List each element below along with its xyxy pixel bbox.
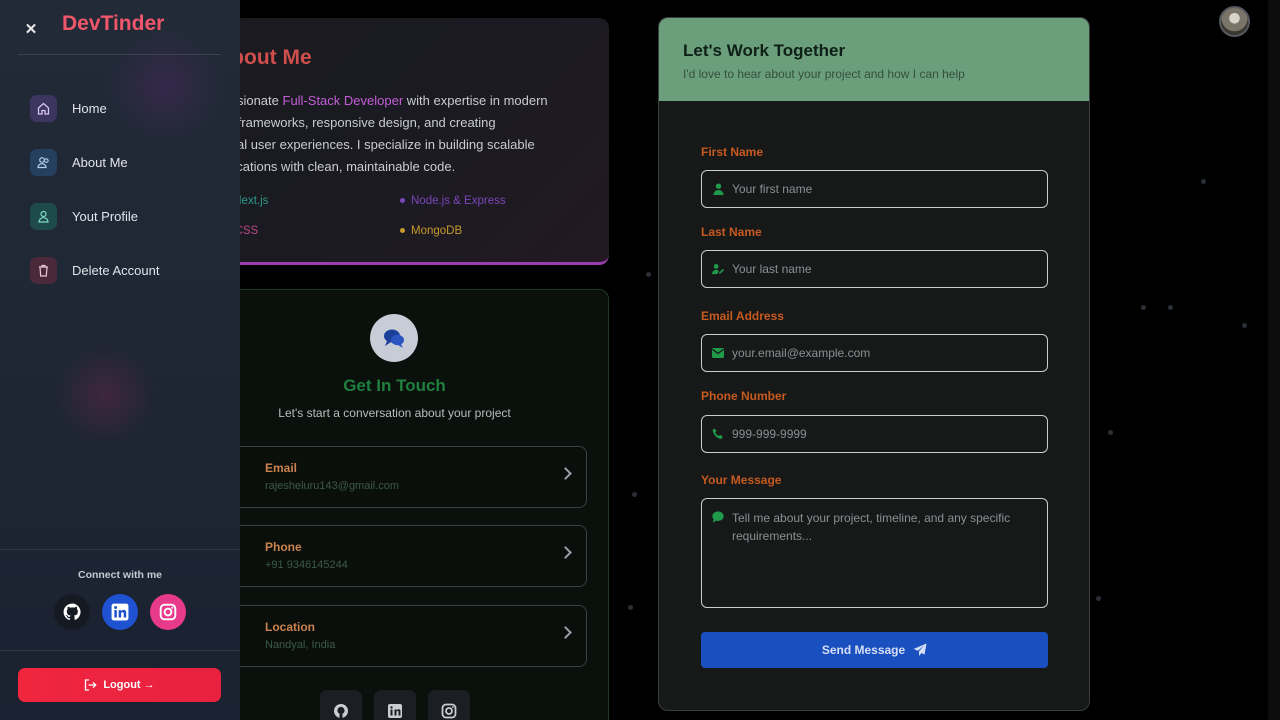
- sign-out-icon: [85, 679, 97, 691]
- last-name-label: Last Name: [701, 225, 762, 239]
- bg-dot: [1096, 596, 1101, 601]
- close-icon[interactable]: ✕: [22, 21, 40, 39]
- contact-location-value: Nandyal, India: [265, 639, 336, 651]
- about-text-end: with expertise in modern: [403, 93, 548, 108]
- bg-dot: [1168, 305, 1173, 310]
- contact-github-button[interactable]: [320, 690, 362, 720]
- user-icon: [712, 183, 724, 195]
- bg-dot: [1242, 323, 1247, 328]
- sidebar-item-label: Home: [72, 100, 107, 116]
- about-text-line4: pplications with clean, maintainable cod…: [216, 159, 456, 174]
- bg-dot: [646, 272, 651, 277]
- sidebar-item-profile[interactable]: Yout Profile: [18, 196, 224, 236]
- user-pen-icon: [712, 263, 724, 275]
- phone-input[interactable]: [701, 415, 1048, 453]
- contact-form-card: Let's Work Together I'd love to hear abo…: [658, 17, 1090, 711]
- sidebar-item-about[interactable]: About Me: [18, 142, 224, 182]
- first-name-input[interactable]: [701, 170, 1048, 208]
- comment-icon: [712, 511, 724, 523]
- contact-phone-label: Phone: [265, 540, 302, 554]
- bullet-icon: [400, 198, 405, 204]
- github-icon: [334, 704, 348, 718]
- message-textarea[interactable]: [701, 498, 1048, 608]
- logout-label: Logout →: [103, 679, 155, 691]
- chat-bubbles-icon: [370, 314, 418, 362]
- github-icon: [63, 603, 81, 621]
- send-message-label: Send Message: [821, 643, 906, 657]
- avatar[interactable]: [1219, 6, 1250, 37]
- sidebar-item-label: Yout Profile: [72, 208, 139, 224]
- brand-logo[interactable]: DevTinder: [62, 12, 164, 36]
- contact-email-value: rajesheluru143@gmail.com: [265, 480, 400, 492]
- contact-location-label: Location: [265, 620, 315, 634]
- contact-phone-row[interactable]: Phone +91 9346145244: [208, 525, 587, 587]
- bg-dot: [1108, 430, 1113, 435]
- bg-dot: [1141, 305, 1146, 310]
- phone-icon: [712, 428, 724, 440]
- instagram-icon: [159, 603, 177, 621]
- first-name-label: First Name: [701, 145, 764, 159]
- sidebar: ✕ DevTinder Home About Me Yout Profile D…: [0, 0, 240, 720]
- about-text: passionate Full-Stack Developer with exp…: [216, 90, 596, 178]
- bg-dot: [1201, 179, 1206, 184]
- contact-location-row[interactable]: Location Nandyal, India: [208, 605, 587, 667]
- bg-dot: [632, 492, 637, 497]
- send-message-button[interactable]: Send Message: [701, 632, 1048, 668]
- connect-heading: Connect with me: [77, 569, 162, 581]
- linkedin-button[interactable]: [102, 594, 138, 630]
- contact-email-row[interactable]: Email rajesheluru143@gmail.com: [208, 446, 587, 508]
- home-icon: [30, 94, 57, 122]
- contact-email-label: Email: [265, 461, 298, 475]
- skill-label: MongoDB: [411, 225, 463, 237]
- trash-icon: [30, 256, 57, 284]
- about-text-line2: ript frameworks, responsive design, and …: [216, 115, 496, 130]
- sidebar-item-label: About Me: [72, 154, 128, 170]
- paper-plane-icon: [913, 643, 927, 656]
- sidebar-glow: [55, 345, 155, 445]
- bg-dot: [628, 605, 633, 610]
- logout-button[interactable]: Logout →: [18, 668, 221, 702]
- about-text-highlight: Full-Stack Developer: [282, 93, 404, 108]
- linkedin-icon: [388, 704, 402, 718]
- sidebar-item-label: Delete Account: [72, 262, 160, 278]
- chevron-right-icon: [559, 546, 572, 559]
- users-icon: [30, 148, 57, 176]
- instagram-button[interactable]: [150, 594, 186, 630]
- divider: [0, 549, 240, 550]
- form-subtitle: I'd love to hear about your project and …: [683, 67, 965, 81]
- github-button[interactable]: [54, 594, 90, 630]
- contact-phone-value: +91 9346145244: [265, 559, 348, 571]
- email-label: Email Address: [701, 309, 784, 323]
- form-title: Let's Work Together: [683, 41, 846, 60]
- linkedin-icon: [111, 603, 129, 621]
- form-header: Let's Work Together I'd love to hear abo…: [659, 18, 1089, 101]
- skill-item: MongoDB: [400, 225, 462, 237]
- user-icon: [30, 202, 57, 230]
- chevron-right-icon: [559, 467, 572, 480]
- sidebar-item-home[interactable]: Home: [18, 88, 224, 128]
- chevron-right-icon: [559, 626, 572, 639]
- divider: [0, 650, 240, 651]
- sidebar-item-delete-account[interactable]: Delete Account: [18, 250, 224, 290]
- skill-label: Node.js & Express: [411, 195, 506, 207]
- last-name-input[interactable]: [701, 250, 1048, 288]
- email-input[interactable]: [701, 334, 1048, 372]
- right-edge-strip: [1268, 0, 1280, 720]
- envelope-icon: [712, 347, 724, 359]
- divider: [18, 54, 221, 55]
- about-text-line3: tional user experiences. I specialize in…: [216, 137, 535, 152]
- skill-item: Node.js & Express: [400, 195, 506, 207]
- phone-label: Phone Number: [701, 389, 787, 403]
- page: About Me passionate Full-Stack Developer…: [0, 0, 1280, 720]
- contact-linkedin-button[interactable]: [374, 690, 416, 720]
- contact-instagram-button[interactable]: [428, 690, 470, 720]
- instagram-icon: [441, 703, 457, 719]
- message-label: Your Message: [701, 473, 782, 487]
- bullet-icon: [400, 228, 405, 234]
